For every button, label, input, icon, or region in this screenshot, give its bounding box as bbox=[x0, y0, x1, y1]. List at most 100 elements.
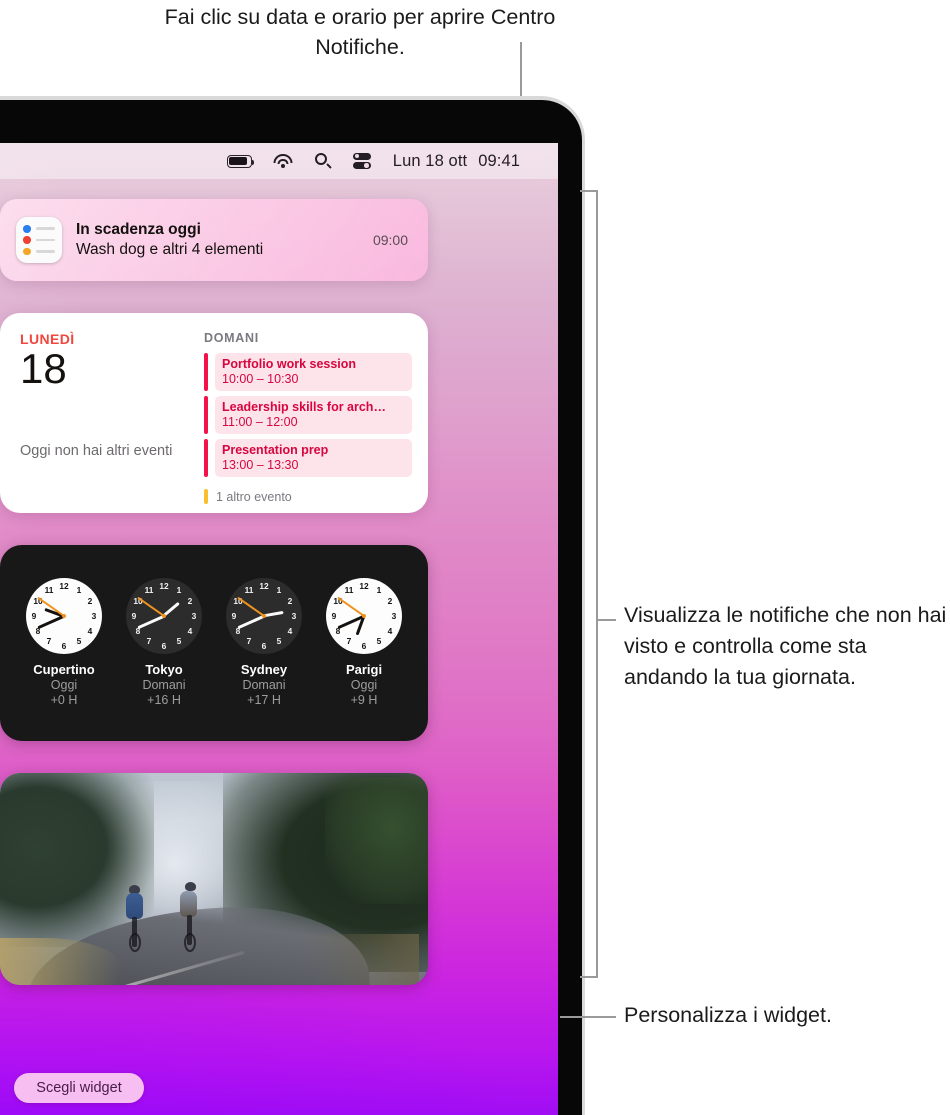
clock-offset-label: +17 H bbox=[247, 692, 281, 707]
calendar-event-color-bar bbox=[204, 439, 208, 477]
calendar-event-time: 11:00 – 12:00 bbox=[222, 415, 298, 429]
calendar-section-header: DOMANI bbox=[204, 331, 259, 345]
callout-bottom-leader-line bbox=[560, 1016, 616, 1018]
notification-subtitle: Wash dog e altri 4 elementi bbox=[76, 241, 264, 258]
calendar-event-time: 10:00 – 10:30 bbox=[222, 372, 299, 386]
menu-bar-date: Lun 18 ott bbox=[392, 151, 468, 170]
callout-right-bracket-bottom-arm bbox=[580, 976, 598, 978]
clock-numeral: 2 bbox=[87, 595, 93, 606]
clock-numeral: 2 bbox=[287, 595, 293, 606]
calendar-event-row[interactable]: Portfolio work session 10:00 – 10:30 bbox=[204, 353, 412, 391]
clock-offset-label: +16 H bbox=[147, 692, 181, 707]
clock-numeral: 6 bbox=[361, 640, 367, 651]
calendar-event-color-bar bbox=[204, 396, 208, 434]
menu-bar-datetime[interactable]: Lun 18 ott 09:41 bbox=[393, 152, 520, 171]
calendar-event-title: Leadership skills for arch… bbox=[222, 400, 386, 414]
clock-day-label: Domani bbox=[242, 677, 286, 692]
clock-numeral: 5 bbox=[76, 636, 82, 647]
clock-center-pin bbox=[362, 613, 366, 618]
callout-top-text: Fai clic su data e orario per aprire Cen… bbox=[164, 5, 556, 59]
calendar-today-column: LUNEDÌ 18 Oggi non hai altri eventi bbox=[20, 331, 198, 499]
calendar-more-events-row[interactable]: 1 altro evento bbox=[204, 489, 412, 504]
world-clock-widget[interactable]: 12 1 2 3 4 5 6 7 8 9 10 11 Cupertino Oggi +0 H 12 1 2 3 4 5 6… bbox=[0, 545, 428, 741]
clock-numeral: 12 bbox=[59, 580, 69, 591]
calendar-more-events-label: 1 altro evento bbox=[216, 489, 292, 504]
clock-face: 12 1 2 3 4 5 6 7 8 9 10 11 bbox=[326, 577, 402, 654]
clock-numeral: 1 bbox=[176, 584, 182, 595]
calendar-event-body: Leadership skills for arch… 11:00 – 12:00 bbox=[215, 396, 412, 434]
calendar-event-color-bar bbox=[204, 353, 208, 391]
clock-numeral: 9 bbox=[231, 610, 237, 621]
callout-right-leader-tick bbox=[596, 619, 616, 621]
clock-numeral: 7 bbox=[346, 636, 352, 647]
calendar-event-body: Presentation prep 13:00 – 13:30 bbox=[215, 439, 412, 477]
calendar-event-row[interactable]: Leadership skills for arch… 11:00 – 12:00 bbox=[204, 396, 412, 434]
photo-widget[interactable] bbox=[0, 773, 428, 985]
photo-road-shoulder bbox=[265, 934, 420, 985]
notification-time: 09:00 bbox=[372, 232, 408, 248]
world-clock-cell: 12 1 2 3 4 5 6 7 8 9 10 11 Cupertino Oggi +0 H bbox=[16, 577, 112, 707]
control-center-icon[interactable] bbox=[352, 152, 371, 170]
clock-numeral: 2 bbox=[387, 595, 393, 606]
photo-trees-right-highlight bbox=[325, 777, 428, 905]
clock-numeral: 1 bbox=[76, 584, 82, 595]
clock-numeral: 3 bbox=[191, 610, 197, 621]
clock-sec-hand bbox=[137, 596, 165, 617]
clock-numeral: 11 bbox=[144, 584, 154, 595]
search-icon[interactable] bbox=[314, 153, 332, 169]
notification-title: In scadenza oggi bbox=[76, 221, 201, 238]
menu-bar: Lun 18 ott 09:41 bbox=[0, 143, 558, 179]
clock-numeral: 7 bbox=[246, 636, 252, 647]
calendar-tomorrow-column: DOMANI Portfolio work session 10:00 – 10:… bbox=[204, 331, 412, 504]
clock-numeral: 6 bbox=[261, 640, 267, 651]
clock-city-label: Tokyo bbox=[145, 661, 183, 677]
clock-numeral: 11 bbox=[244, 584, 254, 595]
clock-numeral: 9 bbox=[331, 610, 337, 621]
wifi-icon[interactable] bbox=[273, 154, 293, 168]
calendar-event-row[interactable]: Presentation prep 13:00 – 13:30 bbox=[204, 439, 412, 477]
clock-day-label: Oggi bbox=[50, 677, 78, 692]
clock-day-label: Domani bbox=[142, 677, 186, 692]
calendar-event-body: Portfolio work session 10:00 – 10:30 bbox=[215, 353, 412, 391]
calendar-event-time: 13:00 – 13:30 bbox=[222, 458, 299, 472]
clock-numeral: 11 bbox=[344, 584, 354, 595]
menu-bar-time: 09:41 bbox=[478, 151, 520, 170]
clock-face: 12 1 2 3 4 5 6 7 8 9 10 11 bbox=[26, 577, 102, 654]
clock-numeral: 2 bbox=[187, 595, 193, 606]
calendar-widget[interactable]: LUNEDÌ 18 Oggi non hai altri eventi DOMA… bbox=[0, 313, 428, 513]
battery-icon[interactable] bbox=[226, 154, 255, 168]
callout-bottom-text: Personalizza i widget. bbox=[624, 1003, 832, 1027]
clock-numeral: 5 bbox=[176, 636, 182, 647]
clock-numeral: 3 bbox=[291, 610, 297, 621]
choose-widgets-row: Scegli widget bbox=[0, 1073, 558, 1103]
clock-numeral: 6 bbox=[161, 640, 167, 651]
clock-numeral: 4 bbox=[287, 625, 293, 636]
clock-numeral: 4 bbox=[387, 625, 393, 636]
notification-text: In scadenza oggi Wash dog e altri 4 elem… bbox=[76, 221, 359, 259]
clock-offset-label: +9 H bbox=[350, 692, 378, 707]
clock-numeral: 9 bbox=[31, 610, 37, 621]
clock-numeral: 12 bbox=[359, 580, 369, 591]
calendar-event-title: Presentation prep bbox=[222, 443, 329, 457]
choose-widgets-button[interactable]: Scegli widget bbox=[14, 1073, 144, 1103]
clock-numeral: 12 bbox=[259, 580, 269, 591]
calendar-no-events-note: Oggi non hai altri eventi bbox=[20, 443, 173, 459]
callout-right-bracket bbox=[596, 190, 598, 978]
clock-numeral: 5 bbox=[376, 636, 382, 647]
clock-numeral: 3 bbox=[91, 610, 97, 621]
clock-min-hand bbox=[236, 614, 265, 629]
clock-numeral: 12 bbox=[159, 580, 169, 591]
screenshot-root: Fai clic su data e orario per aprire Cen… bbox=[0, 0, 950, 1115]
world-clock-cell: 12 1 2 3 4 5 6 7 8 9 10 11 Tokyo Domani +16 H bbox=[116, 577, 212, 707]
clock-numeral: 11 bbox=[44, 584, 54, 595]
clock-numeral: 7 bbox=[146, 636, 152, 647]
clock-city-label: Parigi bbox=[345, 661, 383, 677]
clock-numeral: 4 bbox=[87, 625, 93, 636]
reminders-notification[interactable]: In scadenza oggi Wash dog e altri 4 elem… bbox=[0, 199, 428, 281]
world-clock-cell: 12 1 2 3 4 5 6 7 8 9 10 11 Parigi Oggi +9 H bbox=[316, 577, 412, 707]
clock-sec-hand bbox=[237, 596, 265, 617]
clock-city-label: Cupertino bbox=[33, 661, 95, 677]
clock-face: 12 1 2 3 4 5 6 7 8 9 10 11 bbox=[226, 577, 302, 654]
notification-center: In scadenza oggi Wash dog e altri 4 elem… bbox=[0, 199, 428, 985]
reminders-icon bbox=[16, 217, 62, 263]
